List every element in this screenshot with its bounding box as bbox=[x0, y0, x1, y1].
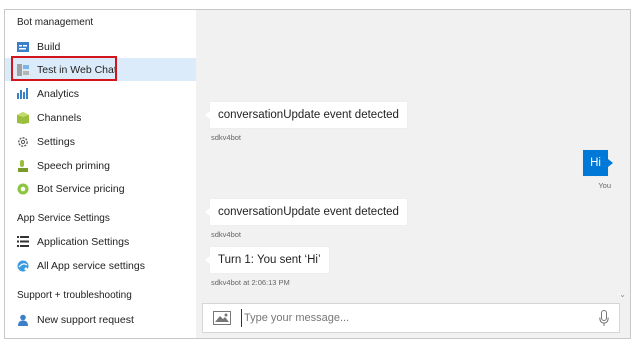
bot-message-bubble: Turn 1: You sent ‘Hi’ bbox=[205, 247, 329, 273]
support-icon bbox=[17, 314, 29, 326]
sidebar-item-label: Settings bbox=[37, 135, 75, 148]
web-chat-transcript[interactable]: conversationUpdate event detected sdkv4b… bbox=[196, 10, 630, 300]
sidebar: Bot management Build Test in Web Chat An… bbox=[5, 10, 197, 338]
message-input[interactable] bbox=[241, 309, 584, 327]
bot-management-panel: Bot management Build Test in Web Chat An… bbox=[4, 9, 631, 339]
section-header-support-troubleshooting: Support + troubleshooting bbox=[17, 290, 132, 301]
message-sender-label: You bbox=[598, 181, 611, 190]
chat-input-bar bbox=[196, 300, 630, 338]
sidebar-item-label: Application Settings bbox=[37, 235, 130, 248]
sidebar-item-label: Test in Web Chat bbox=[37, 63, 117, 76]
sidebar-item-test-in-web-chat[interactable]: Test in Web Chat bbox=[5, 58, 196, 81]
pricing-icon bbox=[17, 183, 29, 195]
message-timestamp-label: sdkv4bot at 2:06:13 PM bbox=[211, 278, 290, 287]
sidebar-item-new-support-request[interactable]: New support request bbox=[5, 308, 196, 331]
message-sender-label: sdkv4bot bbox=[211, 133, 242, 142]
microphone-icon[interactable] bbox=[599, 310, 609, 332]
scroll-down-icon[interactable]: ⌄ bbox=[619, 290, 626, 299]
sidebar-item-label: All App service settings bbox=[37, 259, 145, 272]
sidebar-item-label: Channels bbox=[37, 111, 82, 124]
sidebar-item-channels[interactable]: Channels bbox=[5, 106, 196, 129]
build-icon bbox=[17, 41, 29, 53]
sidebar-item-label: Speech priming bbox=[37, 159, 110, 172]
sidebar-item-label: Bot Service pricing bbox=[37, 182, 125, 195]
sidebar-item-label: Build bbox=[37, 40, 61, 53]
sidebar-item-settings[interactable]: Settings bbox=[5, 130, 196, 153]
sidebar-item-label: New support request bbox=[37, 313, 134, 326]
section-header-bot-management: Bot management bbox=[17, 17, 94, 28]
sidebar-item-bot-service-pricing[interactable]: Bot Service pricing bbox=[5, 177, 196, 200]
analytics-icon bbox=[17, 88, 29, 100]
webchat-icon bbox=[17, 63, 29, 76]
sidebar-item-label: Analytics bbox=[37, 87, 80, 100]
sidebar-item-speech-priming[interactable]: Speech priming bbox=[5, 154, 196, 177]
sidebar-item-analytics[interactable]: Analytics bbox=[5, 82, 196, 105]
speech-icon bbox=[17, 159, 29, 172]
image-upload-icon[interactable] bbox=[213, 311, 231, 330]
chat-input-box bbox=[202, 303, 620, 333]
bot-message-bubble: conversationUpdate event detected bbox=[205, 199, 407, 225]
section-header-app-service-settings: App Service Settings bbox=[17, 213, 110, 224]
channels-icon bbox=[17, 111, 29, 124]
gear-icon bbox=[17, 136, 29, 148]
message-sender-label: sdkv4bot bbox=[211, 230, 242, 239]
sidebar-item-all-app-service-settings[interactable]: All App service settings bbox=[5, 254, 196, 277]
bot-message-bubble: conversationUpdate event detected bbox=[205, 102, 407, 128]
app-service-icon bbox=[17, 260, 29, 272]
list-icon bbox=[17, 236, 29, 248]
sidebar-item-build[interactable]: Build bbox=[5, 35, 196, 58]
user-message-bubble: Hi bbox=[583, 150, 613, 176]
sidebar-item-application-settings[interactable]: Application Settings bbox=[5, 230, 196, 253]
